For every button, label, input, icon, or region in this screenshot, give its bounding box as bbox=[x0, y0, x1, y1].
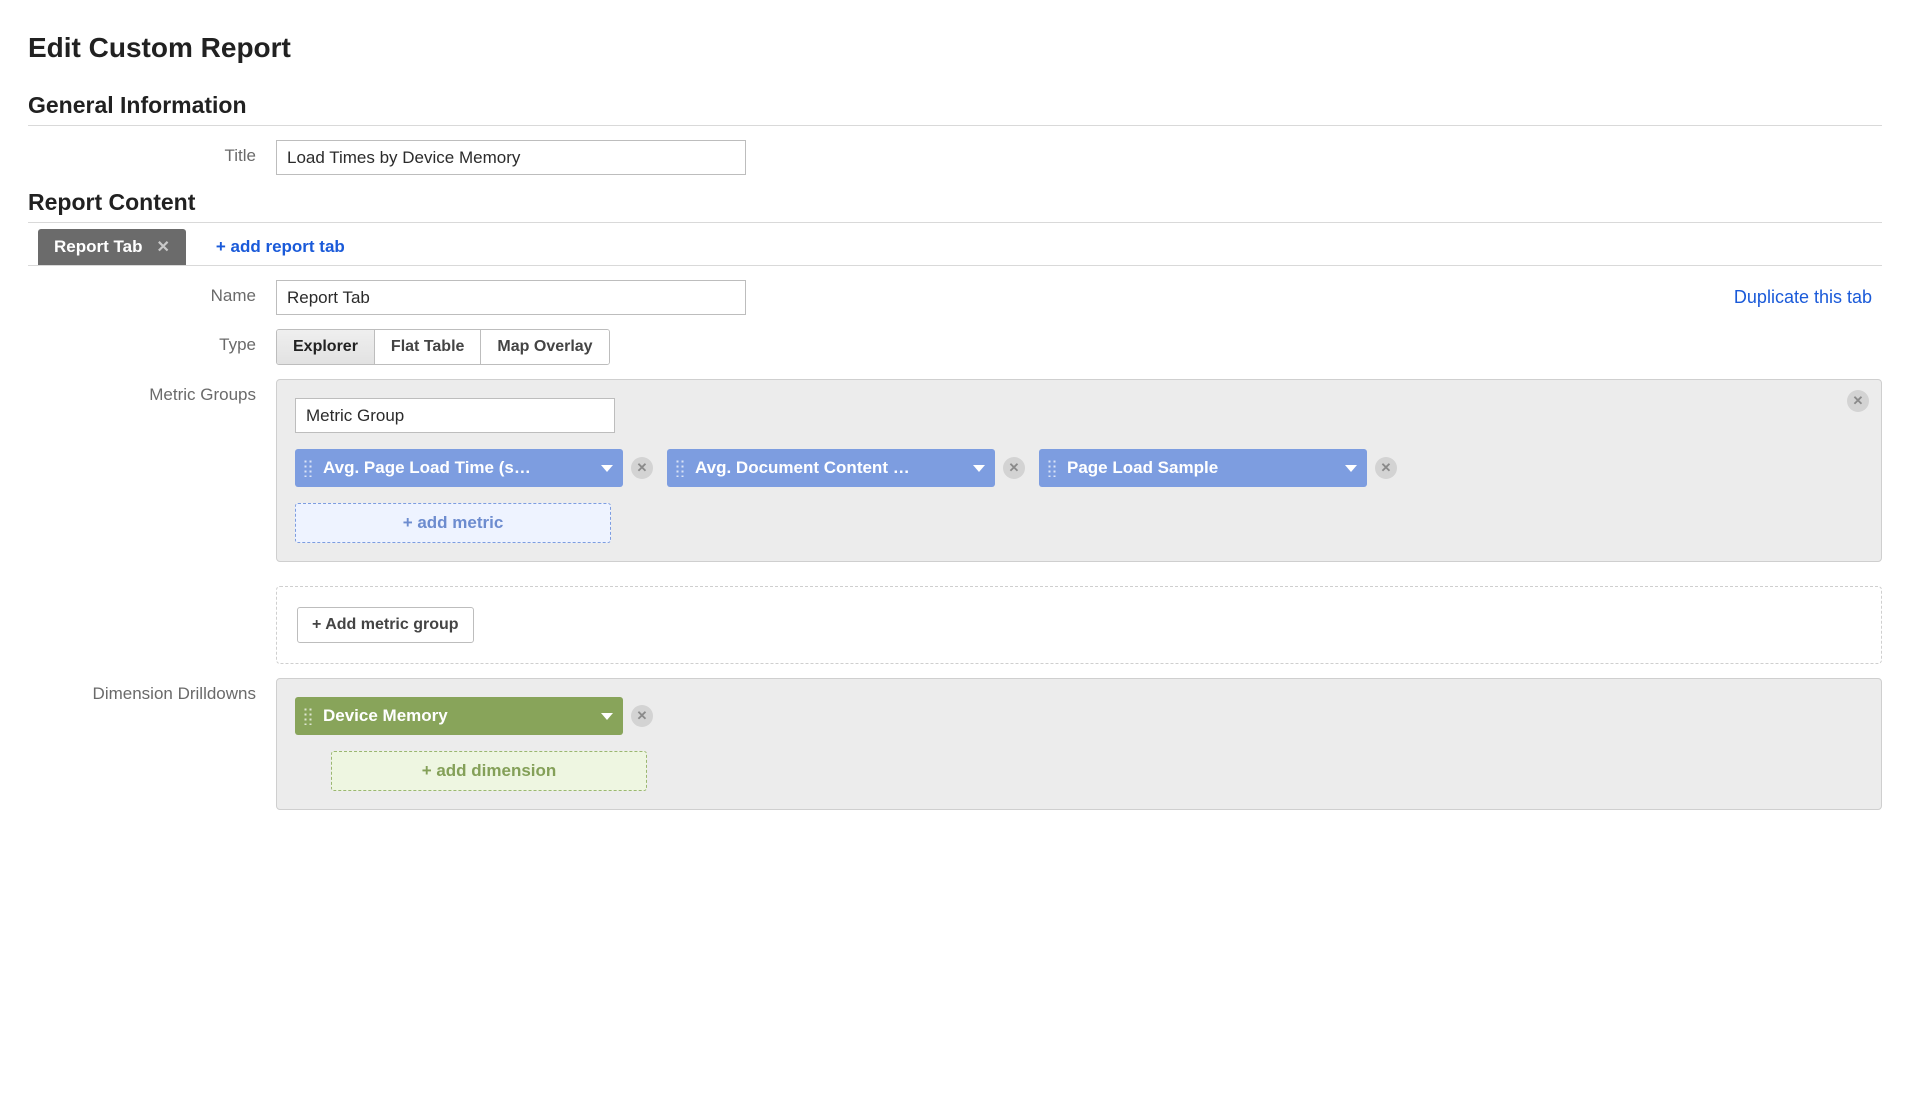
add-metric-button[interactable]: + add metric bbox=[295, 503, 611, 543]
metric-group-name-input[interactable] bbox=[295, 398, 615, 433]
metric-pill[interactable]: Avg. Document Content … bbox=[667, 449, 995, 487]
type-option-map-overlay[interactable]: Map Overlay bbox=[481, 330, 608, 364]
metric-groups-label: Metric Groups bbox=[28, 379, 276, 405]
title-input[interactable] bbox=[276, 140, 746, 175]
dimension-panel: Device Memory ✕ + add dimension bbox=[276, 678, 1882, 810]
metric-label: Avg. Page Load Time (s… bbox=[323, 458, 591, 478]
type-segmented-control: Explorer Flat Table Map Overlay bbox=[276, 329, 610, 365]
page-title: Edit Custom Report bbox=[28, 32, 1882, 64]
report-tab-chip[interactable]: Report Tab ✕ bbox=[38, 229, 186, 265]
chevron-down-icon[interactable] bbox=[601, 713, 613, 720]
dimension-label: Device Memory bbox=[323, 706, 591, 726]
drag-handle-icon[interactable] bbox=[675, 459, 685, 477]
metric-pill[interactable]: Avg. Page Load Time (s… bbox=[295, 449, 623, 487]
tab-name-input[interactable] bbox=[276, 280, 746, 315]
add-dimension-button[interactable]: + add dimension bbox=[331, 751, 647, 791]
chevron-down-icon[interactable] bbox=[973, 465, 985, 472]
drag-handle-icon[interactable] bbox=[303, 459, 313, 477]
remove-metric-group-icon[interactable]: ✕ bbox=[1847, 390, 1869, 412]
chevron-down-icon[interactable] bbox=[601, 465, 613, 472]
metric-label: Avg. Document Content … bbox=[695, 458, 963, 478]
metric-pill[interactable]: Page Load Sample bbox=[1039, 449, 1367, 487]
close-icon[interactable]: ✕ bbox=[156, 237, 169, 257]
metric-group-panel: ✕ Avg. Page Load Time (s… ✕ Avg. Documen… bbox=[276, 379, 1882, 562]
name-label: Name bbox=[28, 280, 276, 306]
title-label: Title bbox=[28, 140, 276, 166]
section-content-heading: Report Content bbox=[28, 189, 1882, 223]
dimension-pill[interactable]: Device Memory bbox=[295, 697, 623, 735]
remove-metric-icon[interactable]: ✕ bbox=[631, 457, 653, 479]
chevron-down-icon[interactable] bbox=[1345, 465, 1357, 472]
type-option-flat-table[interactable]: Flat Table bbox=[375, 330, 482, 364]
drag-handle-icon[interactable] bbox=[1047, 459, 1057, 477]
metric-label: Page Load Sample bbox=[1067, 458, 1335, 478]
add-metric-group-button[interactable]: + Add metric group bbox=[297, 607, 474, 643]
report-tab-label: Report Tab bbox=[54, 237, 142, 257]
add-metric-group-panel: + Add metric group bbox=[276, 586, 1882, 664]
remove-dimension-icon[interactable]: ✕ bbox=[631, 705, 653, 727]
duplicate-tab-link[interactable]: Duplicate this tab bbox=[1734, 287, 1882, 308]
dimension-drilldowns-label: Dimension Drilldowns bbox=[28, 678, 276, 704]
remove-metric-icon[interactable]: ✕ bbox=[1003, 457, 1025, 479]
remove-metric-icon[interactable]: ✕ bbox=[1375, 457, 1397, 479]
type-option-explorer[interactable]: Explorer bbox=[277, 330, 375, 364]
type-label: Type bbox=[28, 329, 276, 355]
drag-handle-icon[interactable] bbox=[303, 707, 313, 725]
add-report-tab-link[interactable]: + add report tab bbox=[216, 229, 345, 265]
section-general-heading: General Information bbox=[28, 92, 1882, 126]
